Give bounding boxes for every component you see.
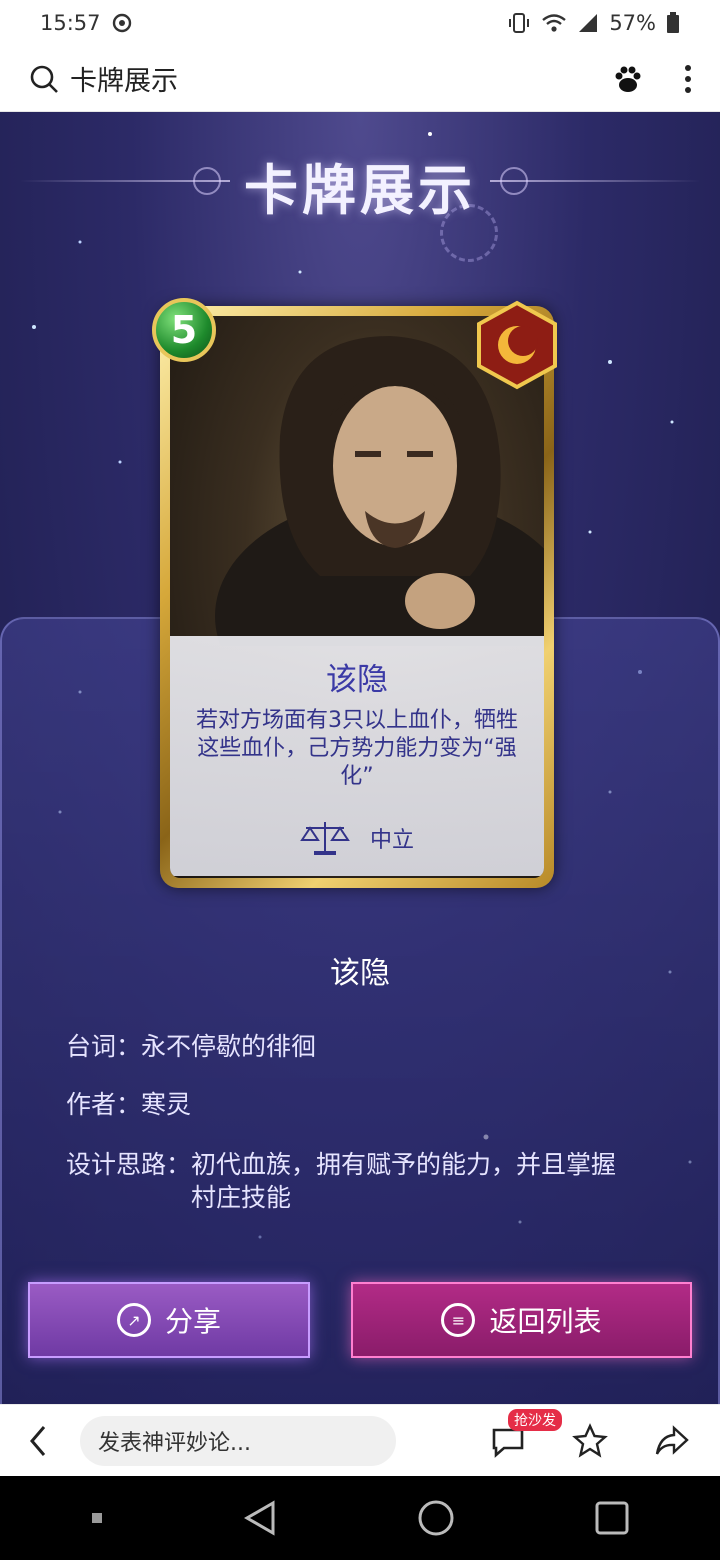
sofa-badge: 抢沙发 — [508, 1408, 562, 1431]
quote-value: 永不停歇的徘徊 — [141, 1032, 317, 1061]
info-quote: 台词： 永不停歇的徘徊 — [66, 1030, 316, 1063]
vibrate-icon — [507, 12, 531, 34]
info-author: 作者： 寒灵 — [66, 1088, 191, 1121]
card-name: 该隐 — [326, 662, 388, 698]
card-face: 该隐 若对方场面有3只以上血仆，牺牲这些血仆，己方势力能力变为“强化” 中立 — [170, 316, 544, 878]
card-cost: 5 — [152, 298, 216, 362]
top-bar: 卡牌展示 — [0, 46, 720, 112]
balance-scale-icon — [300, 818, 350, 858]
info-design: 设计思路： 初代血族，拥有赋予的能力，并且掌握村庄技能 — [66, 1148, 631, 1214]
share-button[interactable]: ↗ 分享 — [28, 1282, 310, 1358]
author-value: 寒灵 — [141, 1090, 192, 1119]
comment-input[interactable]: 发表神评妙论... — [80, 1415, 396, 1466]
card-text-box: 该隐 若对方场面有3只以上血仆，牺牲这些血仆，己方势力能力变为“强化” 中立 — [170, 636, 544, 876]
forward-share-icon[interactable] — [654, 1424, 690, 1458]
status-bar: 15:57 57% — [0, 0, 720, 46]
card-alignment-label: 中立 — [369, 828, 414, 853]
share-button-label: 分享 — [164, 1305, 221, 1338]
battery-percent: 57% — [609, 11, 656, 35]
share-icon: ↗ — [116, 1303, 151, 1337]
sun-moon-faction-icon — [477, 300, 557, 390]
nav-recents-icon[interactable] — [594, 1500, 630, 1536]
card[interactable]: 该隐 若对方场面有3只以上血仆，牺牲这些血仆，己方势力能力变为“强化” 中立 5 — [152, 298, 557, 888]
design-value: 初代血族，拥有赋予的能力，并且掌握村庄技能 — [191, 1150, 617, 1212]
page-title[interactable]: 卡牌展示 — [70, 59, 612, 98]
card-alignment: 中立 — [170, 818, 544, 858]
more-options-icon[interactable] — [684, 63, 692, 95]
hero-title: 卡牌展示 — [244, 158, 476, 222]
quote-label: 台词： — [66, 1032, 142, 1061]
star-icon[interactable] — [572, 1422, 608, 1459]
design-label: 设计思路： — [66, 1150, 192, 1179]
back-arrow-icon[interactable] — [26, 1423, 50, 1459]
back-button-label: 返回列表 — [489, 1305, 602, 1338]
search-icon[interactable] — [28, 63, 60, 95]
sync-icon — [111, 12, 133, 34]
card-description: 若对方场面有3只以上血仆，牺牲这些血仆，己方势力能力变为“强化” — [196, 708, 518, 789]
recent-apps-dot-icon[interactable] — [90, 1511, 104, 1525]
back-to-list-button[interactable]: ≡ 返回列表 — [351, 1282, 692, 1358]
nav-home-icon[interactable] — [417, 1499, 455, 1537]
signal-icon — [577, 12, 599, 34]
status-time: 15:57 — [40, 11, 101, 35]
comment-bar: 发表神评妙论... 抢沙发 — [0, 1404, 720, 1476]
info-card-name: 该隐 — [330, 956, 390, 991]
battery-icon — [666, 12, 680, 34]
baidu-paw-icon[interactable] — [612, 63, 644, 95]
list-icon: ≡ — [441, 1303, 476, 1337]
author-label: 作者： — [66, 1090, 142, 1119]
system-nav-bar — [0, 1476, 720, 1560]
nav-back-icon[interactable] — [243, 1500, 277, 1536]
card-stage: 卡牌展示 该隐 若对方场面有3只以上血仆，牺牲这些血仆，己方势力能力变为“强化” — [0, 112, 720, 1404]
wifi-icon — [541, 12, 567, 34]
